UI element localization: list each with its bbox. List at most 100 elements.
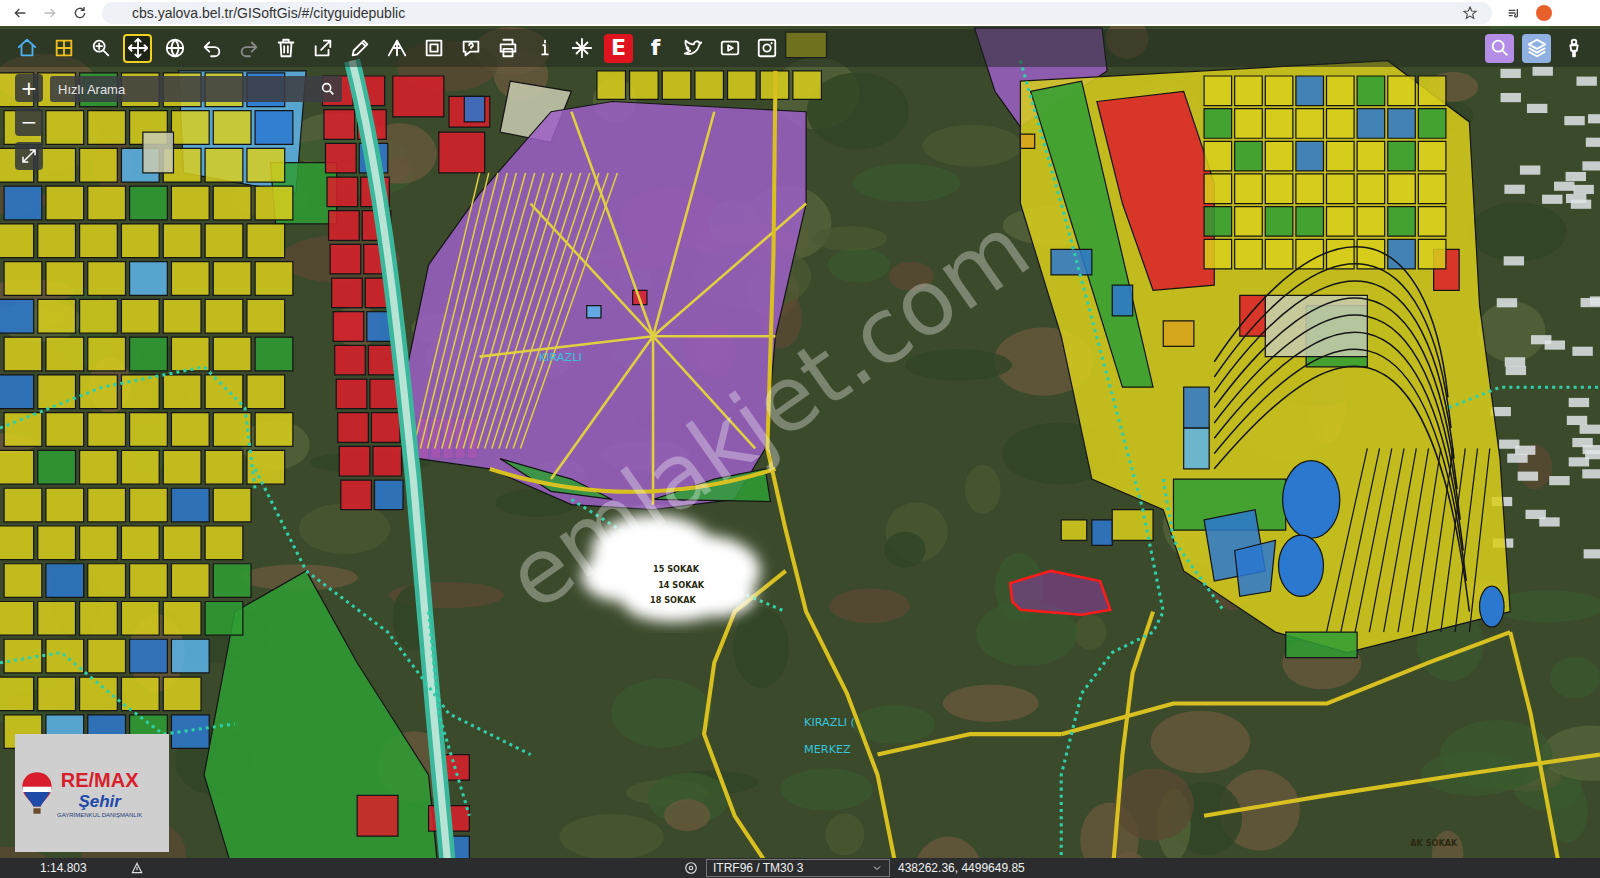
parcel[interactable]: [121, 224, 159, 258]
parcel[interactable]: [46, 111, 84, 145]
parcel[interactable]: [1235, 174, 1263, 204]
parcel[interactable]: [205, 224, 243, 258]
parcel[interactable]: [88, 639, 126, 673]
parcel[interactable]: [171, 564, 209, 598]
parcel[interactable]: [88, 337, 126, 371]
tool-button[interactable]: [86, 34, 115, 63]
parcel[interactable]: [121, 677, 159, 711]
tool-button[interactable]: [715, 34, 744, 63]
parcel[interactable]: [1286, 632, 1357, 658]
parcel[interactable]: [38, 602, 76, 636]
parcel[interactable]: [1418, 239, 1446, 269]
tool-button[interactable]: [567, 34, 596, 63]
parcel[interactable]: [330, 244, 361, 274]
parcel[interactable]: [38, 375, 76, 409]
parcel[interactable]: [205, 450, 243, 484]
parcel[interactable]: [163, 299, 201, 333]
parcel[interactable]: [213, 337, 251, 371]
parcel[interactable]: [439, 132, 485, 173]
parcel[interactable]: [130, 639, 168, 673]
parcel[interactable]: [205, 526, 243, 560]
tool-button[interactable]: [752, 34, 781, 63]
parcel[interactable]: [1020, 61, 1510, 653]
parcel[interactable]: [121, 375, 159, 409]
parcel[interactable]: [1388, 109, 1416, 139]
parcel[interactable]: [80, 450, 118, 484]
search-icon[interactable]: [320, 81, 336, 97]
parcel[interactable]: [1388, 174, 1416, 204]
tool-button[interactable]: [1485, 34, 1514, 63]
parcel[interactable]: [1388, 141, 1416, 171]
parcel[interactable]: [1327, 76, 1355, 106]
parcel[interactable]: [38, 148, 76, 182]
parcel[interactable]: [171, 186, 209, 220]
parcel[interactable]: [38, 677, 76, 711]
parcel[interactable]: [4, 564, 42, 598]
parcel[interactable]: [143, 132, 174, 173]
parcel[interactable]: [171, 413, 209, 447]
parcel[interactable]: [204, 571, 439, 858]
parcel[interactable]: [80, 602, 118, 636]
parcel[interactable]: [1235, 109, 1263, 139]
map-canvas[interactable]: KIRAZLIKIRAZLI (MERKEZ15 SOKAK14 SOKAK18…: [0, 26, 1600, 858]
tool-button[interactable]: E: [604, 34, 633, 63]
parcel[interactable]: [121, 526, 159, 560]
parcel[interactable]: [88, 413, 126, 447]
parcel[interactable]: [213, 186, 251, 220]
tool-button[interactable]: [419, 34, 448, 63]
tool-button[interactable]: [12, 34, 41, 63]
parcel[interactable]: [171, 488, 209, 522]
parcel[interactable]: [0, 224, 34, 258]
media-icon[interactable]: [1506, 5, 1522, 21]
parcel[interactable]: [695, 71, 724, 100]
parcel[interactable]: [1296, 76, 1324, 106]
parcel[interactable]: [163, 526, 201, 560]
parcel[interactable]: [1327, 174, 1355, 204]
parcel[interactable]: [46, 488, 84, 522]
reload-icon[interactable]: [72, 5, 88, 21]
parcel[interactable]: [1184, 428, 1210, 469]
parcel[interactable]: [1357, 109, 1385, 139]
parcel[interactable]: [46, 413, 84, 447]
parcel[interactable]: [88, 262, 126, 296]
parcel[interactable]: [1265, 109, 1293, 139]
parcel[interactable]: [130, 337, 168, 371]
parcel[interactable]: [121, 602, 159, 636]
parcel[interactable]: [1357, 174, 1385, 204]
parcel[interactable]: [333, 312, 364, 342]
parcel[interactable]: [1283, 461, 1340, 539]
parcel[interactable]: [213, 564, 251, 598]
parcel[interactable]: [371, 413, 400, 443]
parcel[interactable]: [1204, 239, 1232, 269]
parcel[interactable]: [38, 299, 76, 333]
parcel[interactable]: [1327, 109, 1355, 139]
parcel[interactable]: [88, 564, 126, 598]
parcel[interactable]: [1418, 174, 1446, 204]
parcel[interactable]: [0, 299, 34, 333]
parcel[interactable]: [121, 299, 159, 333]
parcel[interactable]: [1265, 76, 1293, 106]
tool-button[interactable]: [49, 34, 78, 63]
parcel[interactable]: [247, 148, 285, 182]
parcel[interactable]: [163, 602, 201, 636]
tool-button[interactable]: [345, 34, 374, 63]
tool-button[interactable]: [493, 34, 522, 63]
parcel[interactable]: [374, 480, 403, 510]
parcel[interactable]: [0, 375, 34, 409]
zoom-button[interactable]: +: [15, 74, 43, 102]
parcel[interactable]: [1204, 207, 1232, 237]
parcel[interactable]: [4, 337, 42, 371]
parcel[interactable]: [80, 526, 118, 560]
search-input[interactable]: [56, 81, 320, 98]
tool-button[interactable]: [1559, 34, 1588, 63]
parcel[interactable]: [38, 224, 76, 258]
parcel[interactable]: [38, 526, 76, 560]
parcel[interactable]: [1388, 239, 1416, 269]
parcel[interactable]: [449, 96, 490, 127]
parcel[interactable]: [130, 488, 168, 522]
zoom-button[interactable]: −: [15, 108, 43, 136]
profile-avatar[interactable]: [1536, 5, 1552, 21]
parcel[interactable]: [1265, 207, 1293, 237]
parcel[interactable]: [255, 186, 293, 220]
projection-select[interactable]: ITRF96 / TM30 3: [706, 859, 890, 877]
